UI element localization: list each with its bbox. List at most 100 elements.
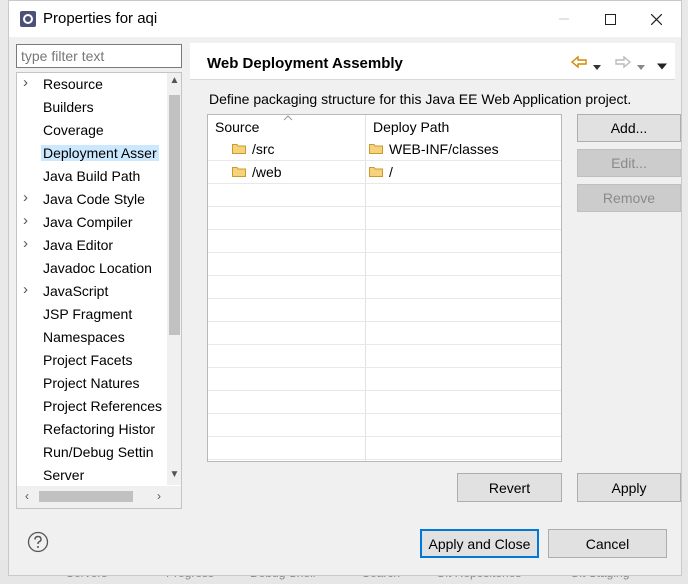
expand-chevron-icon[interactable]: › — [23, 189, 33, 206]
tree-item[interactable]: › Java Code Style — [17, 189, 167, 212]
close-window-button[interactable] — [633, 1, 679, 37]
tree-item-label: Builders — [43, 99, 94, 115]
column-header-source[interactable]: Source — [208, 115, 365, 138]
table-row — [208, 414, 561, 437]
tree-item-label: Java Editor — [43, 237, 114, 253]
folder-icon — [369, 144, 383, 154]
tree-item[interactable]: Project Facets — [17, 350, 167, 373]
table-row — [208, 391, 561, 414]
tree-vertical-scrollbar[interactable]: ▲ ▼ — [167, 73, 181, 485]
title-bar: Properties for aqi — [9, 1, 681, 37]
expand-chevron-icon[interactable]: › — [23, 281, 33, 298]
folder-icon — [369, 167, 383, 177]
tree-item-label: Project Facets — [43, 352, 133, 368]
table-row — [208, 299, 561, 322]
header-label: Deploy Path — [373, 119, 450, 135]
table-row — [208, 368, 561, 391]
maximize-icon — [604, 13, 616, 25]
forward-menu-chevron-icon[interactable] — [637, 59, 645, 77]
tree-item[interactable]: Javadoc Location — [17, 258, 167, 281]
property-page: Web Deployment Assembly Define packaging… — [190, 37, 681, 507]
expand-chevron-icon[interactable]: › — [23, 212, 33, 229]
tree-item[interactable]: › Java Editor — [17, 235, 167, 258]
tree-item-label: Java Build Path — [43, 168, 141, 184]
page-header: Web Deployment Assembly — [190, 43, 675, 80]
apply-and-close-button[interactable]: Apply and Close — [420, 529, 539, 558]
remove-button[interactable]: Remove — [577, 184, 681, 212]
table-row — [208, 437, 561, 460]
tree-item[interactable]: Project Natures — [17, 373, 167, 396]
table-row — [208, 276, 561, 299]
tree-item[interactable]: Coverage — [17, 120, 167, 143]
tree-item[interactable]: › Resource — [17, 74, 167, 97]
tree-horizontal-scrollbar[interactable]: ‹ › — [17, 486, 181, 508]
forward-arrow-icon[interactable] — [614, 53, 632, 71]
tree-item[interactable]: Server — [17, 465, 167, 488]
tree-item-label: Coverage — [43, 122, 104, 138]
header-label: Source — [215, 119, 260, 135]
tree-item-label: Namespaces — [43, 329, 125, 345]
tree-item-label: Run/Debug Settin — [43, 444, 154, 460]
table-row[interactable]: /src WEB-INF/classes — [208, 138, 561, 161]
help-icon[interactable] — [27, 531, 49, 553]
tree-item-label: Java Compiler — [43, 214, 133, 230]
maximize-button[interactable] — [587, 1, 633, 37]
tree-item[interactable]: Builders — [17, 97, 167, 120]
scroll-down-icon[interactable]: ▼ — [167, 469, 181, 485]
minimize-button[interactable] — [541, 1, 587, 37]
table-row — [208, 207, 561, 230]
tree-item[interactable]: Deployment Asser — [17, 143, 167, 166]
scroll-up-icon[interactable]: ▲ — [167, 75, 181, 91]
properties-dialog: Properties for aqi › Resource Builders Cove… — [8, 0, 682, 576]
tree-item-label: Java Code Style — [43, 191, 145, 207]
tree-item[interactable]: Run/Debug Settin — [17, 442, 167, 465]
back-menu-chevron-icon[interactable] — [593, 59, 601, 77]
tree-item-label: Javadoc Location — [43, 260, 152, 276]
page-description: Define packaging structure for this Java… — [209, 91, 632, 107]
page-title: Web Deployment Assembly — [207, 55, 403, 72]
back-arrow-icon[interactable] — [570, 53, 588, 71]
column-header-deploy-path[interactable]: Deploy Path — [366, 115, 561, 138]
tree-item[interactable]: JSP Fragment — [17, 304, 167, 327]
cell-text: WEB-INF/classes — [389, 141, 499, 157]
close-icon — [650, 13, 662, 25]
expand-chevron-icon[interactable]: › — [23, 235, 33, 252]
tree-item[interactable]: › Java Compiler — [17, 212, 167, 235]
scroll-thumb-horizontal[interactable] — [39, 491, 133, 502]
cell-text: /web — [252, 164, 282, 180]
table-row — [208, 253, 561, 276]
folder-icon — [232, 167, 246, 177]
table-row — [208, 322, 561, 345]
table-row — [208, 345, 561, 368]
eclipse-properties-icon — [20, 11, 36, 27]
tree-item-label: Project References — [43, 398, 163, 414]
filter-input[interactable] — [16, 44, 182, 68]
scroll-right-icon[interactable]: › — [151, 489, 167, 503]
deployment-assembly-table: Source Deploy Path /src WEB-INF/classes/w… — [207, 114, 562, 462]
tree-item[interactable]: Project References — [17, 396, 167, 419]
tree-item-label: Resource — [43, 76, 103, 92]
cell-text: /src — [252, 141, 275, 157]
folder-icon — [232, 144, 246, 154]
tree-item[interactable]: Refactoring Histor — [17, 419, 167, 442]
tree-item[interactable]: › JavaScript — [17, 281, 167, 304]
expand-chevron-icon[interactable]: › — [23, 74, 33, 91]
tree-item-label: Server — [43, 467, 85, 483]
table-row — [208, 184, 561, 207]
view-menu-icon[interactable] — [657, 58, 667, 76]
tree-item-label: JavaScript — [43, 283, 109, 299]
tree-item-label: Refactoring Histor — [43, 421, 156, 437]
tree-item[interactable]: Namespaces — [17, 327, 167, 350]
tree-item[interactable]: Java Build Path — [17, 166, 167, 189]
table-row — [208, 230, 561, 253]
scroll-thumb[interactable] — [169, 95, 180, 335]
scroll-left-icon[interactable]: ‹ — [19, 489, 35, 503]
apply-button[interactable]: Apply — [577, 473, 681, 502]
add-button[interactable]: Add... — [577, 114, 681, 142]
edit-button[interactable]: Edit... — [577, 149, 681, 177]
table-row[interactable]: /web / — [208, 161, 561, 184]
revert-button[interactable]: Revert — [457, 473, 562, 502]
sort-ascending-icon — [283, 115, 293, 121]
window-title: Properties for aqi — [43, 10, 158, 27]
cancel-button[interactable]: Cancel — [548, 529, 667, 558]
